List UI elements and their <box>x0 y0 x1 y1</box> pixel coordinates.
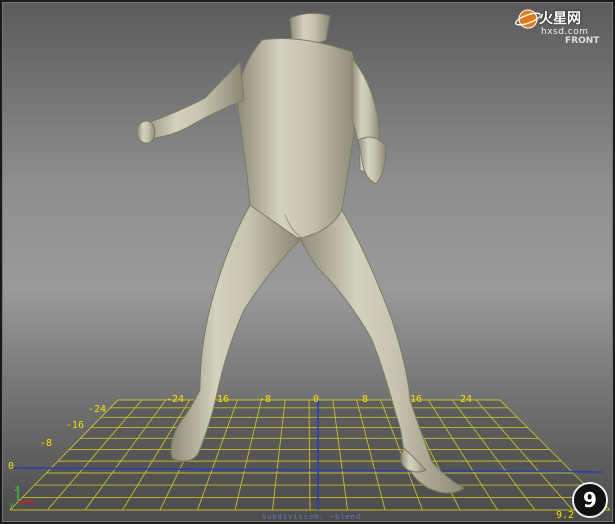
grid-label-top: 0 <box>313 394 320 405</box>
value-readout: 9.2 <box>556 510 575 521</box>
3d-viewport[interactable]: -24 -16 -8 0 8 16 24 -24 -16 -8 0 火星网 hxsd.com FRO… <box>0 0 615 524</box>
planet-logo-icon <box>515 9 541 29</box>
grid-label-top: 24 <box>460 394 473 405</box>
status-text: Subdivision: ~blend <box>262 513 362 521</box>
grid-label-left: -8 <box>40 438 53 449</box>
axis-x-label: x <box>30 498 35 507</box>
step-badge: 9 <box>572 482 608 518</box>
grid-label-left: 0 <box>8 461 15 472</box>
grid-label-top: -16 <box>211 394 230 405</box>
ground-grid <box>9 399 611 511</box>
grid-label-top: -8 <box>259 394 272 405</box>
watermark-site-name: 火星网 <box>539 11 581 27</box>
viewcube-front[interactable]: FRONT <box>565 36 599 46</box>
grid-label-left: -16 <box>66 420 85 431</box>
grid-label-left: -24 <box>88 404 107 415</box>
axis-z-label: z <box>14 484 19 493</box>
scene-svg <box>9 12 611 511</box>
grid-label-top: -24 <box>166 394 185 405</box>
grid-label-top: 16 <box>410 394 423 405</box>
grid-label-top: 8 <box>362 394 369 405</box>
axis-y-label: y <box>9 500 14 509</box>
watermark-logo: 火星网 hxsd.com FRONT <box>515 6 607 64</box>
